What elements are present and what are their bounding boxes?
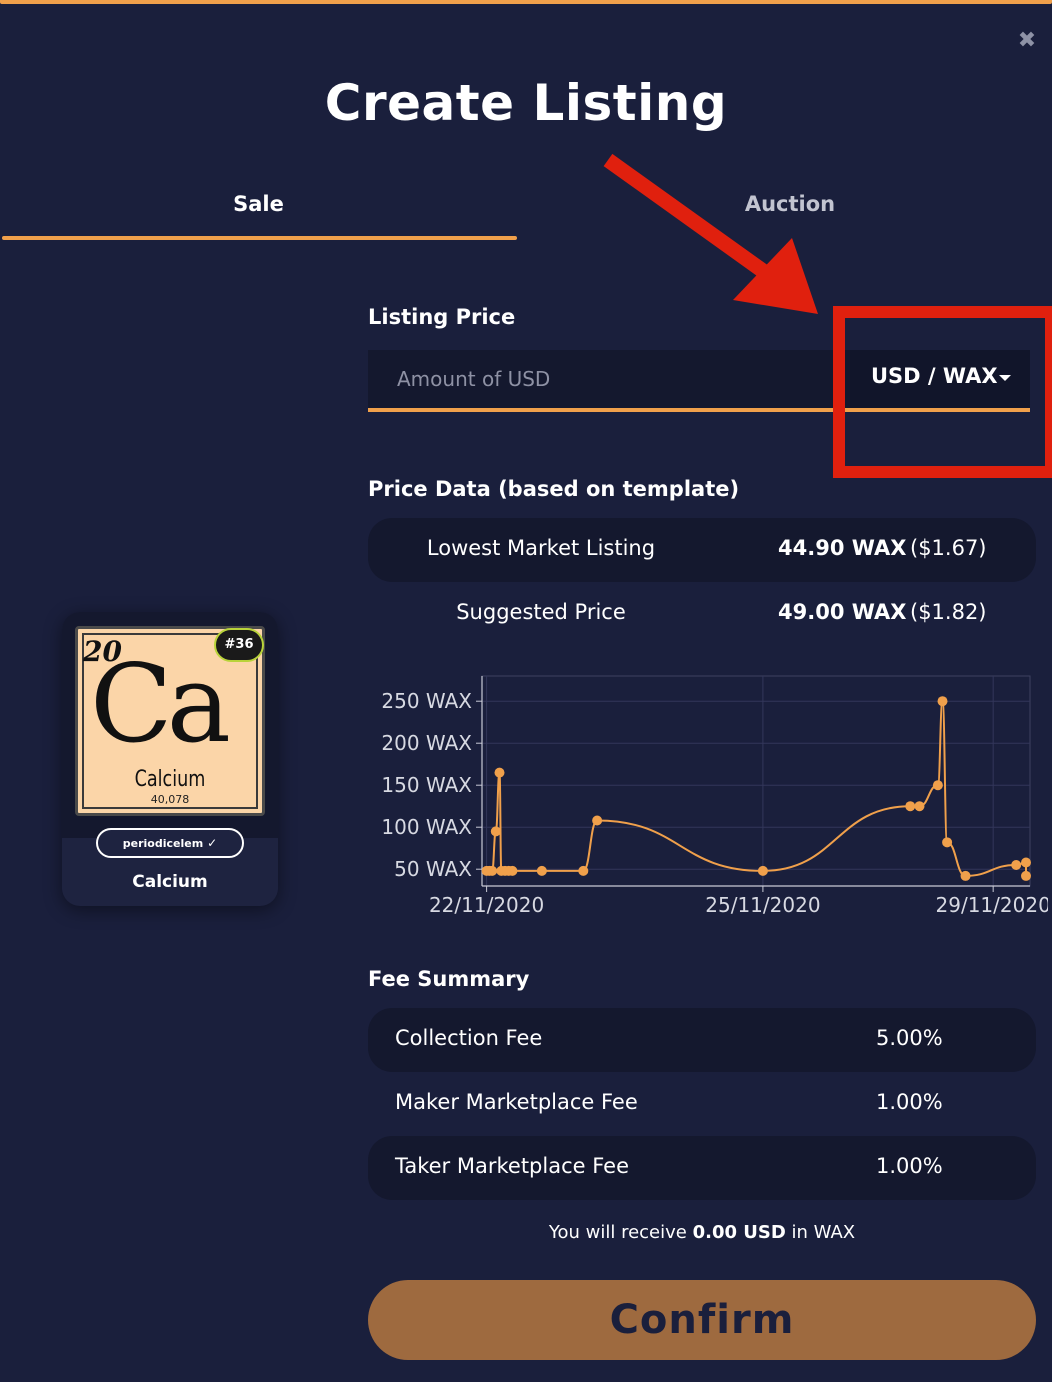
chart-x-tick-label: 29/11/2020 [936,893,1048,917]
chart-data-point [937,696,948,707]
currency-toggle-label: USD / WAX [871,364,998,388]
fee-row: Collection Fee 5.00% [368,1008,1036,1072]
receive-amount: 0.00 USD [692,1222,786,1243]
annotation-arrow-shaft [603,153,775,283]
chart-data-point [592,815,603,826]
fee-row-value: 1.00% [876,1154,943,1178]
chart-data-point [914,801,925,812]
price-data-label: Price Data (based on template) [368,477,740,501]
price-data-usd-value: ($1.67) [910,536,987,560]
top-accent-border [0,0,1052,4]
price-history-chart: 250 WAX 200 WAX 150 WAX 100 WAX 50 WAX 22/11/… [381,675,1048,917]
chart-data-point [960,870,971,881]
chart-data-point [490,826,501,837]
tab-auction[interactable]: Auction [530,192,1050,216]
chart-data-point [578,865,589,876]
dialog-title: Create Listing [324,74,728,132]
receive-suffix: in WAX [791,1222,856,1243]
chart-y-tick-label: 200 WAX [381,731,472,755]
chart-data-point [1011,860,1022,870]
listing-price-input[interactable] [368,350,838,408]
element-mass: 40,078 [150,793,190,806]
chart-data-point [942,837,953,848]
element-symbol: Ca [90,642,231,767]
chart-y-tick-label: 100 WAX [381,815,472,839]
price-data-row-label: Lowest Market Listing [426,536,656,560]
fee-row: Taker Marketplace Fee 1.00% [368,1136,1036,1200]
chart-plot-area [481,675,1031,887]
price-data-wax-value: 49.00 WAX [778,600,906,624]
listing-price-label: Listing Price [368,305,516,329]
price-data-usd-value: ($1.82) [910,600,987,624]
chart-series-line [486,700,1027,877]
annotation-arrow-head [733,238,818,314]
fee-row-value: 1.00% [876,1090,943,1114]
confirm-button[interactable]: Confirm [368,1280,1036,1360]
chart-data-point [507,865,518,876]
price-data-wax-amount: 44.90 WAX [778,536,907,560]
chart-x-tick-label: 22/11/2020 [429,893,544,917]
verified-check-icon: ✓ [207,836,218,850]
listing-price-field: USD / WAX [368,350,1030,412]
chart-data-point [932,780,943,791]
chart-x-tick-label: 25/11/2020 [705,893,820,917]
close-icon[interactable]: ✖ [1014,28,1040,54]
fee-row-label: Taker Marketplace Fee [395,1154,629,1178]
receive-prefix: You will receive [548,1222,687,1243]
element-name: Calcium [134,767,206,792]
chart-data-point [905,801,916,812]
chart-y-tick-label: 250 WAX [381,689,472,713]
chart-y-tick-label: 50 WAX [394,857,472,881]
collection-name: periodicelem [122,837,204,850]
fee-summary-label: Fee Summary [368,967,530,991]
chart-y-tick-label: 150 WAX [381,773,472,797]
currency-toggle-button[interactable]: USD / WAX [850,350,1030,408]
chart-data-point [1021,870,1031,881]
chart-data-point [494,767,505,778]
chart-data-point [536,865,547,876]
active-tab-indicator [2,236,517,240]
receive-summary: You will receive 0.00 USD in WAX [368,1222,1036,1243]
price-data-row: Suggested Price 49.00 WAX ($1.82) [368,582,1036,646]
chart-data-point [487,865,498,876]
mint-number-badge: #36 [214,628,264,662]
fee-row: Maker Marketplace Fee 1.00% [368,1072,1036,1136]
chart-data-point [757,865,768,876]
fee-row-label: Collection Fee [395,1026,543,1050]
fee-row-value: 5.00% [876,1026,943,1050]
price-data-wax-amount: 49.00 WAX [778,600,907,624]
tab-sale[interactable]: Sale [0,192,517,216]
asset-card[interactable]: 20 Ca Calcium 40,078 #36 periodicelem ✓ C… [62,612,278,906]
chart-data-point [1021,857,1031,868]
fee-row-label: Maker Marketplace Fee [395,1090,638,1114]
asset-name: Calcium [132,872,208,892]
caret-down-icon [999,375,1011,381]
collection-link[interactable]: periodicelem ✓ [96,828,244,858]
price-data-row: Lowest Market Listing 44.90 WAX ($1.67) [368,518,1036,582]
price-data-wax-value: 44.90 WAX [778,536,906,560]
price-data-row-label: Suggested Price [456,600,626,624]
